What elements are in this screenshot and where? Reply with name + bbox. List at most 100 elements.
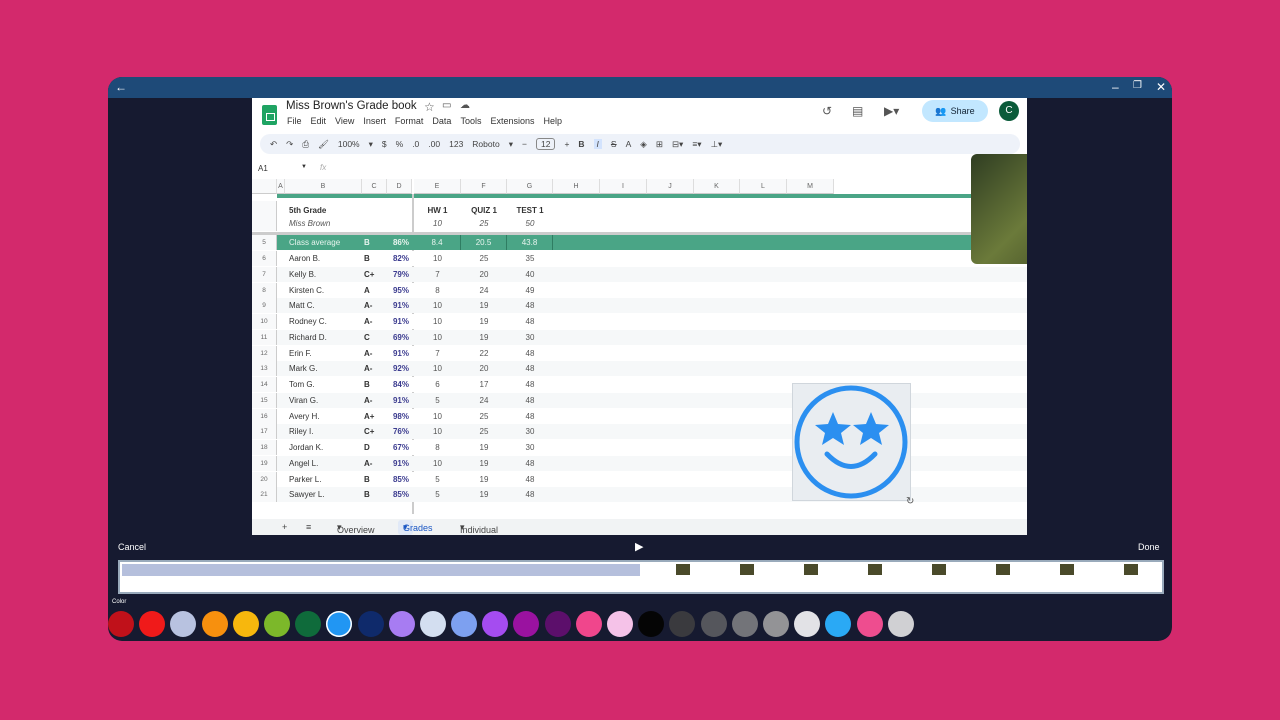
score[interactable]: 10 xyxy=(414,409,461,424)
menu-insert[interactable]: Insert xyxy=(363,116,386,126)
row-header[interactable]: 13 xyxy=(252,361,277,377)
score[interactable]: 5 xyxy=(414,487,461,502)
color-swatch[interactable] xyxy=(419,611,446,637)
cancel-button[interactable]: Cancel xyxy=(118,542,146,552)
row-header[interactable]: 18 xyxy=(252,440,277,455)
color-swatch[interactable] xyxy=(108,611,134,637)
italic-button[interactable]: I xyxy=(593,139,602,149)
font-select[interactable]: Roboto xyxy=(472,139,499,149)
column-header-M[interactable]: M xyxy=(787,179,834,194)
menu-extensions[interactable]: Extensions xyxy=(490,116,534,126)
color-swatch[interactable] xyxy=(388,611,415,637)
score[interactable]: 25 xyxy=(461,251,507,266)
merge-cells-icon[interactable]: ⊟▾ xyxy=(672,139,683,150)
score[interactable]: 48 xyxy=(507,298,553,313)
score[interactable]: 19 xyxy=(461,440,507,455)
timeline-selection[interactable] xyxy=(122,564,640,576)
column-header-K[interactable]: K xyxy=(694,179,740,194)
row-header[interactable]: 6 xyxy=(252,251,277,266)
history-icon[interactable]: ↺ xyxy=(822,104,832,118)
column-header-J[interactable]: J xyxy=(647,179,694,194)
font-size-input[interactable]: 12 xyxy=(535,138,556,150)
row-header[interactable]: 11 xyxy=(252,329,277,345)
redo-icon[interactable]: ↷ xyxy=(286,139,293,150)
paint-format-icon[interactable]: 🖌 xyxy=(318,139,329,150)
column-header-D[interactable]: D xyxy=(387,179,412,194)
zoom-select[interactable]: 100% xyxy=(338,139,360,149)
all-sheets-button[interactable]: ≡ xyxy=(306,522,311,532)
menu-help[interactable]: Help xyxy=(543,116,562,126)
font-size-increase[interactable]: + xyxy=(564,139,569,149)
score[interactable]: 8.4 xyxy=(414,235,461,250)
select-all-corner[interactable] xyxy=(252,179,277,194)
name-box[interactable]: A1 xyxy=(258,164,268,173)
share-button[interactable]: 👥 Share xyxy=(922,100,988,122)
column-header-F[interactable]: F xyxy=(461,179,507,194)
minimize-button[interactable]: – xyxy=(1112,80,1119,94)
folder-icon[interactable]: ▭ xyxy=(442,100,451,111)
row-header[interactable]: 16 xyxy=(252,408,277,424)
score[interactable]: 20.5 xyxy=(461,235,507,250)
score[interactable]: 30 xyxy=(507,330,553,345)
currency-button[interactable]: $ xyxy=(382,139,387,149)
score[interactable]: 25 xyxy=(461,409,507,424)
decrease-decimal-button[interactable]: .0 xyxy=(412,139,419,149)
color-swatch[interactable] xyxy=(201,611,228,637)
color-swatch[interactable] xyxy=(295,611,322,637)
color-swatch[interactable] xyxy=(825,611,852,637)
score[interactable]: 48 xyxy=(507,456,553,471)
row-header[interactable]: 19 xyxy=(252,455,277,471)
star-icon[interactable]: ☆ xyxy=(424,100,435,114)
row-header[interactable]: 17 xyxy=(252,424,277,440)
score[interactable]: 10 xyxy=(414,298,461,313)
color-swatch[interactable] xyxy=(263,611,290,637)
score[interactable]: 48 xyxy=(507,361,553,376)
color-swatch[interactable] xyxy=(762,611,789,637)
comment-icon[interactable]: ▤ xyxy=(852,104,863,118)
score[interactable]: 19 xyxy=(461,456,507,471)
color-swatch[interactable] xyxy=(170,611,197,637)
row-header[interactable]: 12 xyxy=(252,345,277,361)
score[interactable]: 10 xyxy=(414,330,461,345)
row-header[interactable] xyxy=(252,201,277,216)
score[interactable]: 5 xyxy=(414,393,461,408)
play-button[interactable]: ▶ xyxy=(635,540,643,553)
score[interactable]: 30 xyxy=(507,440,553,455)
score[interactable]: 48 xyxy=(507,377,553,392)
color-swatch[interactable] xyxy=(544,611,571,637)
score[interactable]: 10 xyxy=(414,424,461,439)
color-swatch[interactable] xyxy=(794,611,821,637)
column-header-L[interactable]: L xyxy=(740,179,787,194)
vertical-align-icon[interactable]: ⊥▾ xyxy=(711,139,723,150)
column-header-I[interactable]: I xyxy=(600,179,647,194)
timeline-strip[interactable] xyxy=(118,560,1164,594)
score[interactable]: 35 xyxy=(507,251,553,266)
color-swatch[interactable] xyxy=(575,611,602,637)
color-swatch[interactable] xyxy=(700,611,727,637)
score[interactable]: 22 xyxy=(461,346,507,361)
score[interactable]: 48 xyxy=(507,487,553,502)
number-format-button[interactable]: 123 xyxy=(449,139,463,149)
score[interactable]: 25 xyxy=(461,424,507,439)
maximize-button[interactable]: ❐ xyxy=(1133,80,1142,91)
score[interactable]: 40 xyxy=(507,267,553,282)
score[interactable]: 10 xyxy=(414,314,461,329)
score[interactable]: 19 xyxy=(461,298,507,313)
score[interactable]: 19 xyxy=(461,472,507,487)
score[interactable]: 24 xyxy=(461,393,507,408)
row-header[interactable]: 7 xyxy=(252,266,277,282)
row-header[interactable]: 8 xyxy=(252,282,277,298)
score[interactable]: 5 xyxy=(414,472,461,487)
score[interactable]: 6 xyxy=(414,377,461,392)
strikethrough-button[interactable]: S xyxy=(611,139,617,149)
done-button[interactable]: Done xyxy=(1138,542,1160,552)
column-header-B[interactable]: B xyxy=(285,179,362,194)
score[interactable]: 48 xyxy=(507,314,553,329)
menu-format[interactable]: Format xyxy=(395,116,424,126)
score[interactable]: 43.8 xyxy=(507,235,553,250)
font-size-decrease[interactable]: − xyxy=(522,139,527,149)
menu-file[interactable]: File xyxy=(287,116,302,126)
cloud-icon[interactable]: ☁ xyxy=(460,100,470,111)
color-swatch[interactable] xyxy=(357,611,384,637)
row-header[interactable]: 15 xyxy=(252,392,277,408)
